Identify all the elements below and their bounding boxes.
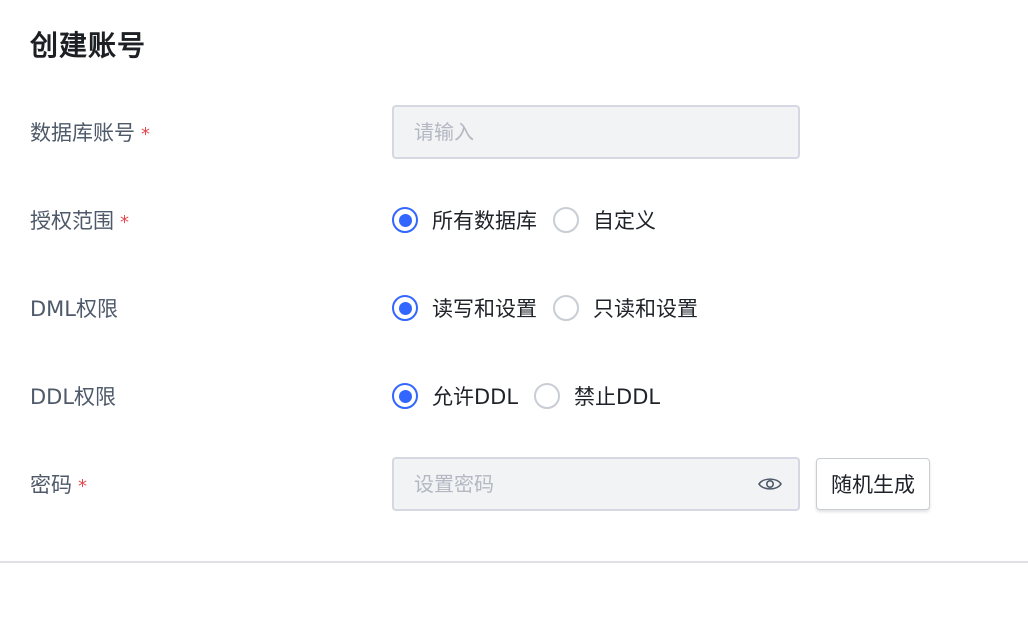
radio-unchecked-icon[interactable] bbox=[553, 295, 579, 321]
radio-unchecked-icon[interactable] bbox=[553, 207, 579, 233]
password-input-box[interactable] bbox=[392, 457, 800, 511]
required-mark: * bbox=[120, 212, 129, 233]
scope-label: 授权范围 * bbox=[30, 205, 129, 235]
generate-password-button[interactable]: 随机生成 bbox=[816, 458, 930, 510]
dml-option-readwrite-label: 读写和设置 bbox=[432, 297, 537, 321]
eye-icon[interactable] bbox=[758, 476, 782, 492]
ddl-label: DDL权限 bbox=[30, 385, 117, 409]
ddl-option-allow[interactable]: 允许DDL bbox=[392, 381, 518, 411]
password-row: 密码 * 随机生成 bbox=[0, 456, 1028, 512]
radio-checked-icon[interactable] bbox=[392, 207, 418, 233]
scope-row: 授权范围 * 所有数据库 自定义 bbox=[0, 192, 1028, 248]
ddl-option-deny[interactable]: 禁止DDL bbox=[534, 381, 660, 411]
dml-option-readonly-label: 只读和设置 bbox=[593, 297, 698, 321]
ddl-option-allow-label: 允许DDL bbox=[432, 385, 519, 409]
radio-checked-icon[interactable] bbox=[392, 295, 418, 321]
account-label: 数据库账号 * bbox=[30, 117, 150, 147]
page-title: 创建账号 bbox=[30, 29, 147, 62]
account-label-text: 数据库账号 bbox=[30, 121, 135, 145]
ddl-radio-group: 允许DDL 禁止DDL bbox=[392, 381, 676, 411]
required-mark: * bbox=[141, 124, 150, 145]
scope-option-custom[interactable]: 自定义 bbox=[553, 205, 656, 235]
ddl-row: DDL权限 允许DDL 禁止DDL bbox=[0, 368, 1028, 424]
dml-option-readwrite[interactable]: 读写和设置 bbox=[392, 293, 537, 323]
scope-option-all[interactable]: 所有数据库 bbox=[392, 205, 537, 235]
radio-checked-icon[interactable] bbox=[392, 383, 418, 409]
scope-radio-group: 所有数据库 自定义 bbox=[392, 205, 672, 235]
ddl-option-deny-label: 禁止DDL bbox=[574, 385, 661, 409]
account-row: 数据库账号 * bbox=[0, 104, 1028, 160]
dml-row: DML权限 读写和设置 只读和设置 bbox=[0, 280, 1028, 336]
dml-label: DML权限 bbox=[30, 297, 118, 321]
required-mark: * bbox=[78, 476, 87, 497]
dml-radio-group: 读写和设置 只读和设置 bbox=[392, 293, 714, 323]
dml-option-readonly[interactable]: 只读和设置 bbox=[553, 293, 698, 323]
footer-divider bbox=[0, 561, 1028, 563]
password-label-text: 密码 bbox=[30, 473, 72, 497]
radio-unchecked-icon[interactable] bbox=[534, 383, 561, 409]
scope-option-all-label: 所有数据库 bbox=[432, 209, 537, 233]
password-input[interactable] bbox=[412, 471, 746, 497]
scope-label-text: 授权范围 bbox=[30, 209, 114, 233]
account-input-box[interactable] bbox=[392, 105, 800, 159]
account-input[interactable] bbox=[412, 119, 780, 145]
scope-option-custom-label: 自定义 bbox=[593, 209, 656, 233]
create-account-form: 创建账号 数据库账号 * 授权范围 * 所有数据库 自定义 DML权限 bbox=[0, 0, 1028, 630]
password-label: 密码 * bbox=[30, 469, 87, 499]
